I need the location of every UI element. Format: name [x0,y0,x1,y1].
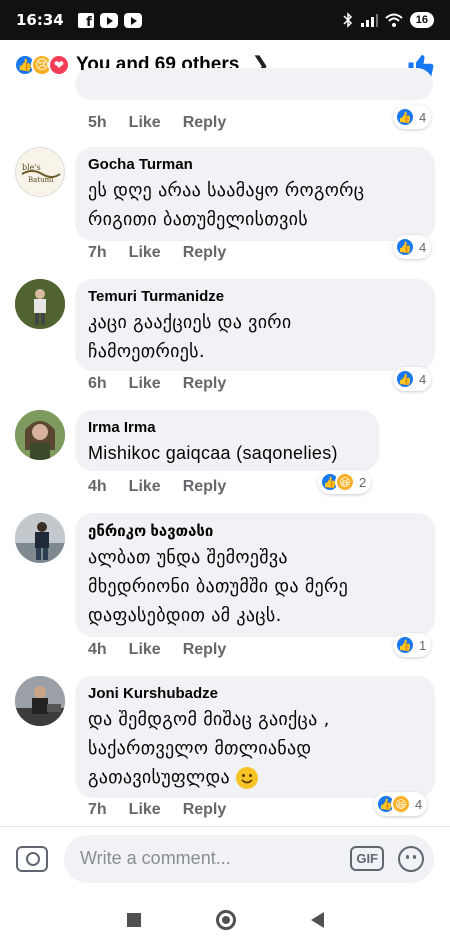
like-reaction-icon: 👍 [395,107,415,127]
comment-time: 7h [88,244,107,261]
comment-bubble[interactable]: Temuri Turmanidze კაცი გააქციეს და ვირი … [75,279,435,371]
comment-author[interactable]: Irma Irma [88,419,367,436]
like-button[interactable]: Like [129,641,161,659]
comment-bubble[interactable]: Gocha Turman ეს დღე არაა საამაყო როგორც … [75,147,435,241]
comment-time: 4h [88,478,107,495]
reaction-count: 4 [415,796,423,812]
comment-reactions[interactable]: 👍 😆 2 [318,470,372,494]
status-time: 16:34 [16,11,64,29]
recent-apps-button[interactable] [126,913,141,927]
comment-text: Mishikoc gaiqcaa (saqonelies) [88,443,338,463]
comment-composer: GIF [0,826,450,890]
comment-bubble[interactable]: ენრიკო ხავთასი ალბათ უნდა შემოეშვა მხედრ… [75,513,435,637]
like-button[interactable]: Like [129,801,161,819]
smile-emoji-icon [236,767,259,789]
avatar[interactable] [15,279,65,329]
comment-reactions[interactable]: 👍 4 [393,367,432,391]
comment-bubble[interactable]: Joni Kurshubadze და შემდგომ მიშაც გაიქცა… [75,676,435,798]
reply-button[interactable]: Reply [183,114,227,132]
comment-input[interactable] [80,848,351,869]
emoji-icon[interactable] [398,845,424,872]
like-button[interactable]: Like [129,478,161,496]
avatar[interactable]: ble's Batumi [15,147,65,197]
comment-text: კაცი გააქციეს და ვირი ჩამოეთრიეს. [88,312,292,362]
reply-button[interactable]: Reply [183,478,227,496]
comment-reactions[interactable]: 👍 4 [393,235,432,259]
comment-bubble[interactable]: Irma Irma Mishikoc gaiqcaa (saqonelies) [75,410,379,471]
comment-author[interactable]: Gocha Turman [88,156,423,173]
reply-button[interactable]: Reply [183,244,227,262]
youtube-notification-icon-2 [123,12,142,28]
comment-text: და შემდგომ მიშაც გაიქცა , საქართველო მთლი… [88,705,423,792]
love-reaction-icon: ❤ [48,54,70,76]
haha-reaction-icon: 😆 [335,472,355,492]
comment-text-line: გათავისუფლდა [88,767,230,788]
back-button[interactable] [310,912,324,928]
comment-author[interactable]: Joni Kurshubadze [88,685,423,702]
comment-actions: 7h Like Reply [88,801,226,819]
wifi-icon [385,13,403,27]
comment-time: 7h [88,801,107,818]
comment-bubble[interactable] [75,68,433,100]
svg-text:Batumi: Batumi [28,176,54,184]
battery-icon: 16 [409,12,434,28]
reaction-count: 1 [419,637,427,653]
comment-actions: 5h Like Reply [88,114,226,132]
comment-reactions[interactable]: 👍 😆 4 [374,792,428,816]
like-reaction-icon: 👍 [395,635,415,655]
comment-actions: 4h Like Reply [88,478,226,496]
like-button[interactable]: Like [129,114,161,132]
comment-text-line: და შემდგომ მიშაც გაიქცა , [88,709,330,730]
bluetooth-icon [343,12,352,28]
like-button[interactable]: Like [129,244,161,262]
comment-time: 4h [88,641,107,658]
status-bar: 16:34 16 [0,0,450,40]
reaction-count: 4 [419,371,427,387]
reply-button[interactable]: Reply [183,801,227,819]
comment-actions: 7h Like Reply [88,244,226,262]
reply-button[interactable]: Reply [183,375,227,393]
comment-text: ალბათ უნდა შემოეშვა მხედრიონი ბათუმში და… [88,547,349,626]
system-navigation-bar [0,890,450,950]
status-indicators: 16 [343,12,434,28]
signal-icon [360,14,378,27]
like-reaction-icon: 👍 [395,237,415,257]
reaction-icons: 👍 😢 ❤ [14,54,70,76]
youtube-notification-icon [99,12,118,28]
like-button[interactable]: Like [129,375,161,393]
reply-button[interactable]: Reply [183,641,227,659]
comment-author[interactable]: Temuri Turmanidze [88,288,423,305]
avatar[interactable] [15,513,65,563]
comment-reactions[interactable]: 👍 4 [393,105,432,129]
comment-input-wrapper[interactable]: GIF [64,834,434,883]
reaction-count: 2 [359,474,367,490]
comment-time: 5h [88,114,107,131]
comment-text-line: საქართველო მთლიანად [88,738,312,759]
avatar[interactable] [15,410,65,460]
reaction-count: 4 [419,109,427,125]
haha-reaction-icon: 😆 [391,794,411,814]
comment-author[interactable]: ენრიკო ხავთასი [88,522,423,540]
comment-time: 6h [88,375,107,392]
gif-button[interactable]: GIF [350,846,384,871]
like-reaction-icon: 👍 [395,369,415,389]
avatar[interactable] [15,676,65,726]
comment-actions: 4h Like Reply [88,641,226,659]
facebook-notification-icon [77,12,94,30]
comment-text: ეს დღე არაა საამაყო როგორც რიგითი ბათუმე… [88,180,365,230]
comment-reactions[interactable]: 👍 1 [393,633,432,657]
home-button[interactable] [215,910,236,930]
comment-actions: 6h Like Reply [88,375,226,393]
reaction-count: 4 [419,239,427,255]
camera-icon[interactable] [16,845,48,872]
